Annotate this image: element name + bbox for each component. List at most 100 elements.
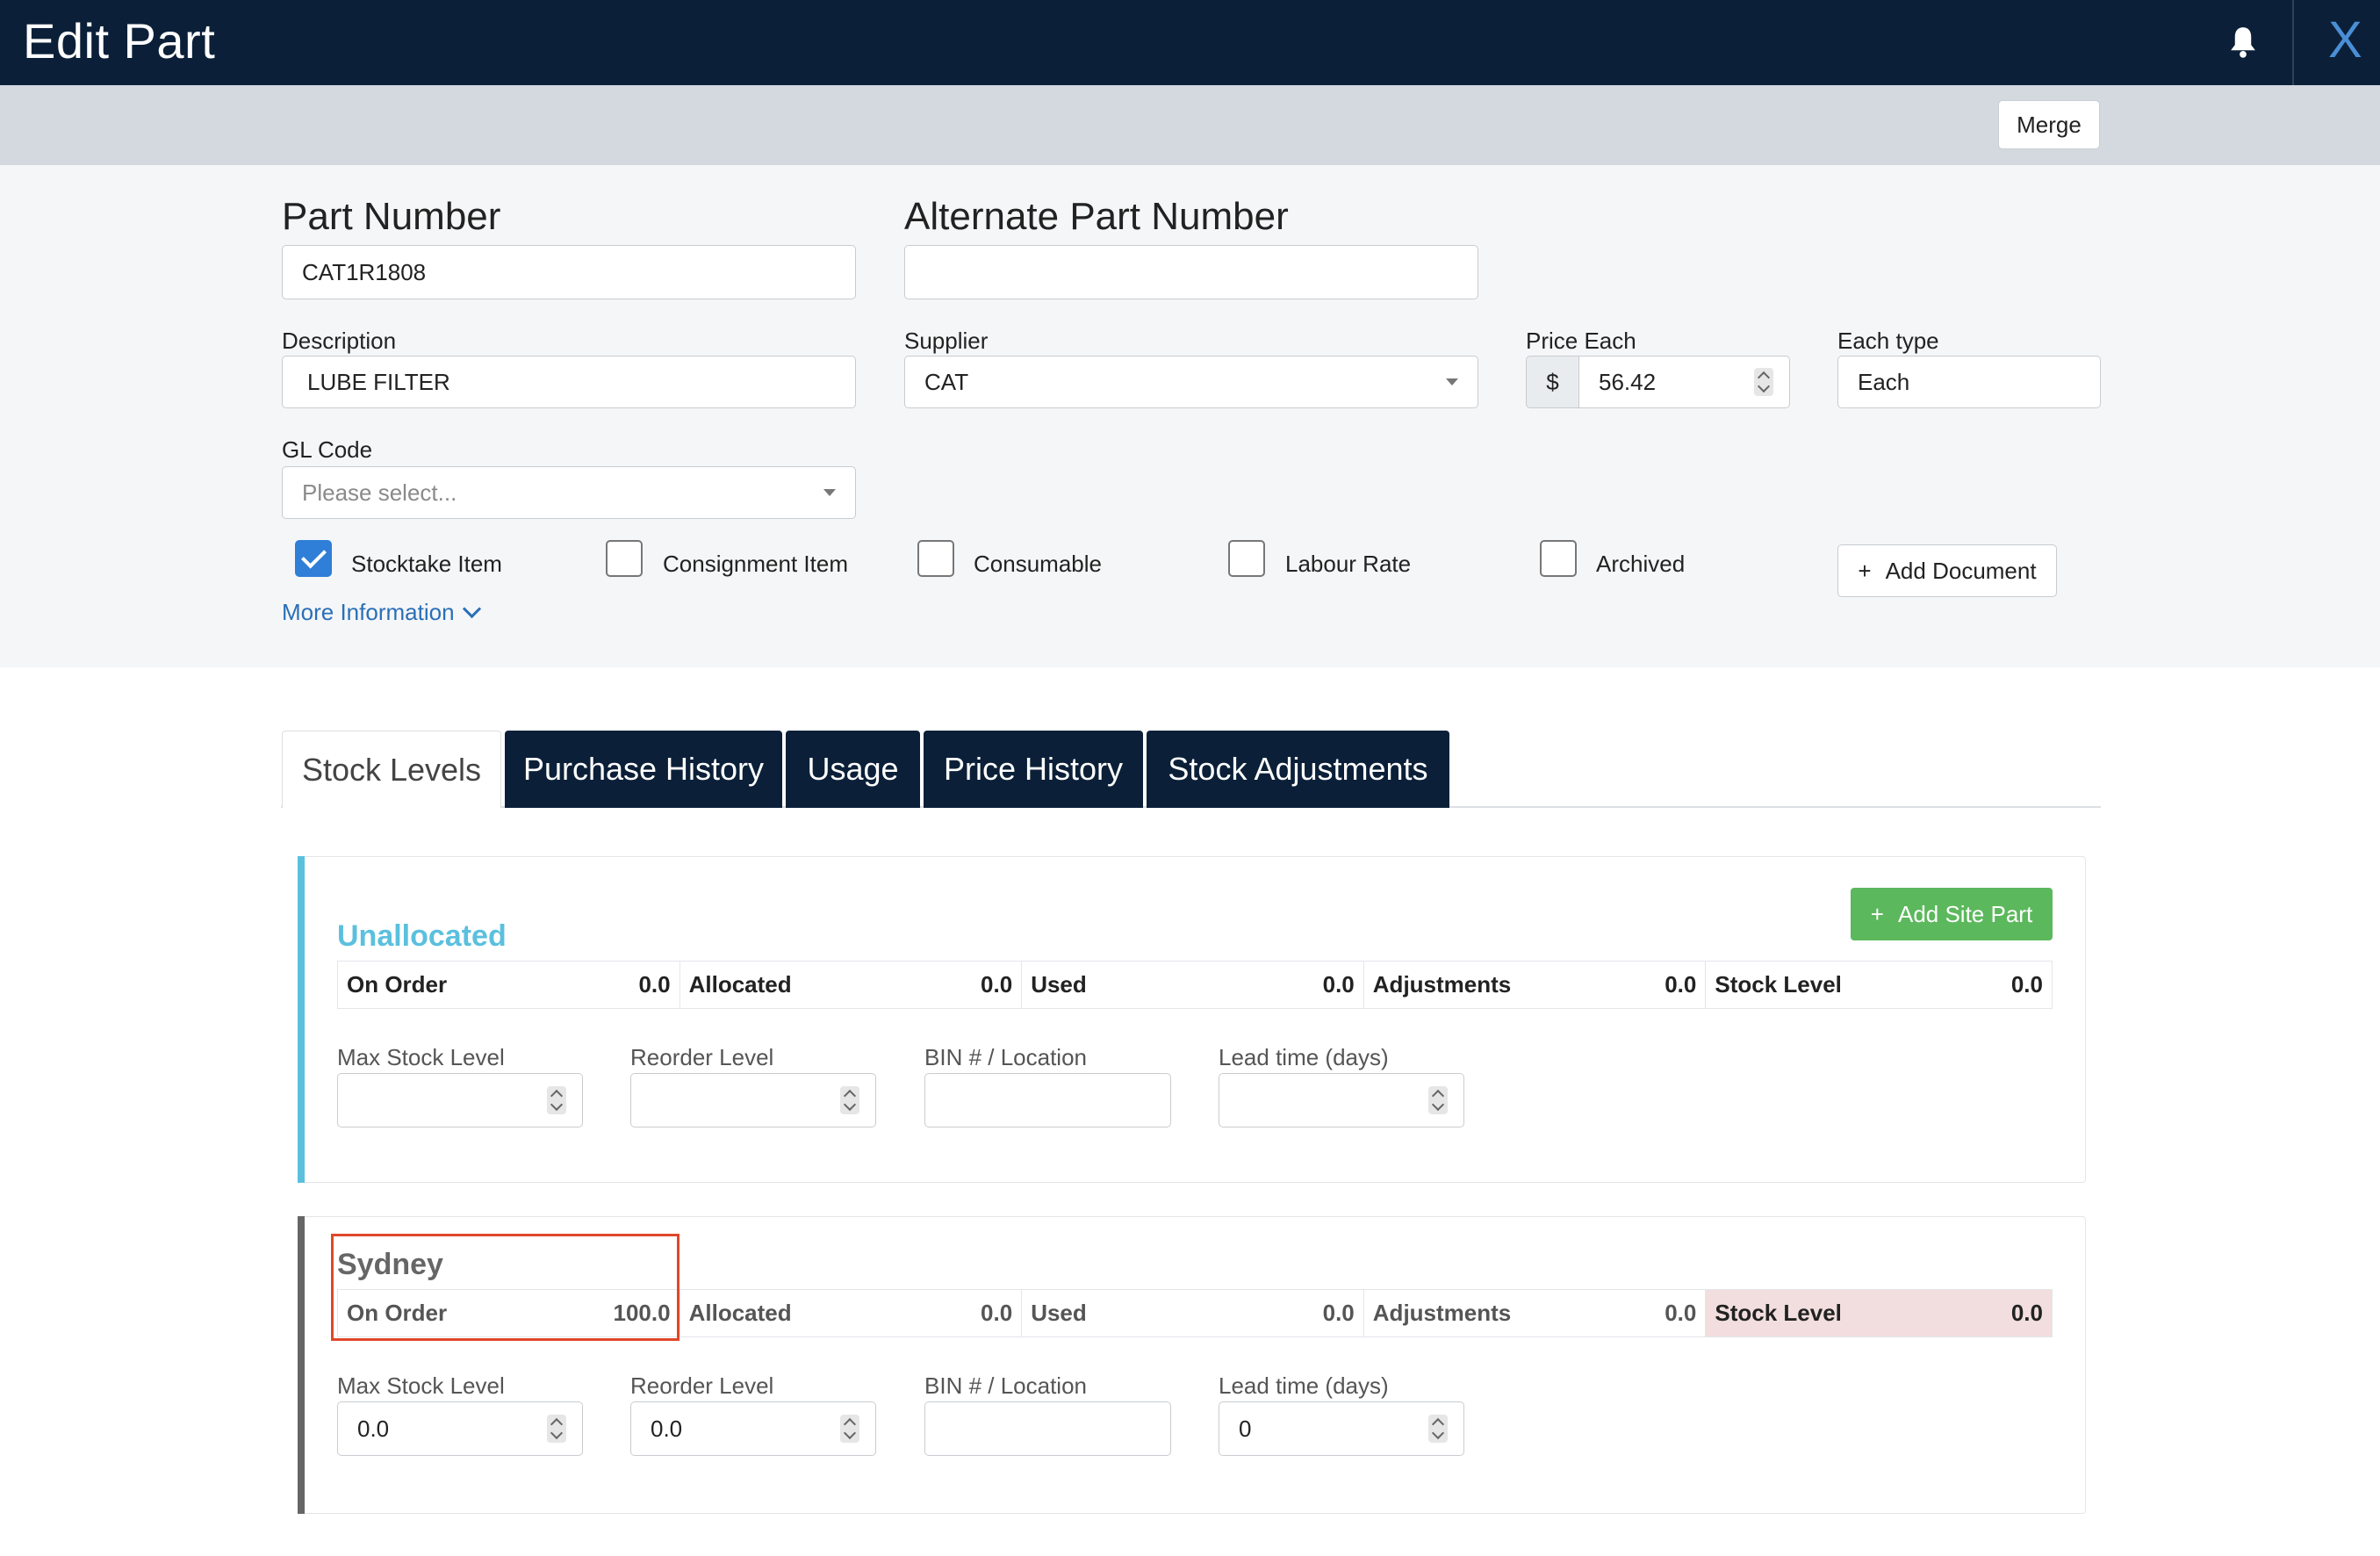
- stat-on-order: On Order 0.0: [338, 962, 680, 1008]
- part-number-value: CAT1R1808: [302, 258, 427, 285]
- stat-value: 0.0: [1322, 971, 1355, 998]
- reorder-level-label: Reorder Level: [630, 1372, 774, 1399]
- stat-label: Used: [1031, 971, 1087, 998]
- stat-label: Allocated: [688, 971, 792, 998]
- stat-adjustments: Adjustments 0.0: [1364, 1290, 1707, 1336]
- bin-location-input[interactable]: [924, 1073, 1171, 1127]
- tab-stock-adjustments[interactable]: Stock Adjustments: [1147, 731, 1449, 808]
- add-site-part-button[interactable]: + Add Site Part: [1851, 888, 2053, 940]
- lead-time-label: Lead time (days): [1219, 1372, 1389, 1399]
- stat-value: 0.0: [2010, 971, 2043, 998]
- stat-used: Used 0.0: [1022, 1290, 1364, 1336]
- close-button[interactable]: X: [2328, 11, 2362, 69]
- more-information-label: More Information: [282, 599, 455, 625]
- number-stepper[interactable]: [1754, 368, 1773, 396]
- site-accent-unallocated: [298, 856, 305, 1183]
- stat-value: 0.0: [638, 971, 671, 998]
- part-number-input[interactable]: CAT1R1808: [282, 245, 856, 299]
- each-type-label: Each type: [1837, 328, 1939, 354]
- stat-label: Adjustments: [1372, 1300, 1512, 1326]
- reorder-level-input[interactable]: [630, 1073, 876, 1127]
- plus-icon: +: [1858, 557, 1872, 584]
- stat-used: Used 0.0: [1022, 962, 1364, 1008]
- stat-allocated: Allocated 0.0: [680, 962, 1023, 1008]
- add-site-part-label: Add Site Part: [1897, 900, 2033, 927]
- add-document-label: Add Document: [1885, 557, 2037, 584]
- stat-adjustments: Adjustments 0.0: [1364, 962, 1707, 1008]
- description-value: LUBE FILTER: [307, 368, 450, 395]
- stat-allocated: Allocated 0.0: [680, 1290, 1023, 1336]
- tab-usage[interactable]: Usage: [786, 731, 920, 808]
- page-title: Edit Part: [23, 13, 216, 68]
- gl-code-label: GL Code: [282, 436, 373, 463]
- stat-value: 0.0: [1665, 1300, 1697, 1326]
- stat-label: Adjustments: [1372, 971, 1512, 998]
- part-number-label: Part Number: [282, 195, 501, 238]
- bin-location-input[interactable]: [924, 1401, 1171, 1456]
- price-each-label: Price Each: [1526, 328, 1636, 354]
- bell-icon[interactable]: [2226, 25, 2260, 60]
- tab-price-history[interactable]: Price History: [924, 731, 1143, 808]
- price-each-input[interactable]: 56.42: [1578, 356, 1790, 408]
- gl-code-placeholder: Please select...: [302, 479, 457, 506]
- consignment-item-checkbox[interactable]: [606, 540, 643, 577]
- header-divider: [2292, 0, 2294, 85]
- stat-label: Stock Level: [1715, 971, 1842, 998]
- number-stepper[interactable]: [1428, 1086, 1448, 1114]
- number-stepper[interactable]: [840, 1415, 859, 1443]
- stat-value: 0.0: [2010, 1300, 2043, 1326]
- bin-location-label: BIN # / Location: [924, 1044, 1087, 1070]
- each-type-input[interactable]: Each: [1837, 356, 2101, 408]
- reorder-level-label: Reorder Level: [630, 1044, 774, 1070]
- stat-value: 0.0: [981, 1300, 1013, 1326]
- site-title-unallocated: Unallocated: [337, 919, 507, 953]
- currency-addon: $: [1526, 356, 1578, 408]
- each-type-value: Each: [1858, 368, 1910, 395]
- more-information-link[interactable]: More Information: [282, 599, 481, 626]
- max-stock-level-label: Max Stock Level: [337, 1044, 505, 1070]
- max-stock-level-label: Max Stock Level: [337, 1372, 505, 1399]
- description-label: Description: [282, 328, 397, 354]
- reorder-level-input[interactable]: 0.0: [630, 1401, 876, 1456]
- archived-checkbox[interactable]: [1540, 540, 1577, 577]
- consignment-item-label: Consignment Item: [663, 551, 848, 577]
- tab-purchase-history[interactable]: Purchase History: [505, 731, 782, 808]
- chevron-down-icon: [823, 489, 836, 496]
- number-stepper[interactable]: [547, 1415, 566, 1443]
- consumable-label: Consumable: [974, 551, 1102, 577]
- merge-button[interactable]: Merge: [1998, 100, 2100, 149]
- plus-icon: +: [1870, 900, 1884, 927]
- number-stepper[interactable]: [547, 1086, 566, 1114]
- number-stepper[interactable]: [1428, 1415, 1448, 1443]
- tab-stock-levels[interactable]: Stock Levels: [282, 731, 501, 808]
- description-input[interactable]: LUBE FILTER: [282, 356, 856, 408]
- max-stock-level-input[interactable]: 0.0: [337, 1401, 583, 1456]
- stat-label: Allocated: [688, 1300, 792, 1326]
- max-stock-level-input[interactable]: [337, 1073, 583, 1127]
- stat-value: 0.0: [981, 971, 1013, 998]
- stat-stock-level: Stock Level 0.0: [1706, 962, 2052, 1008]
- gl-code-select[interactable]: Please select...: [282, 466, 856, 519]
- alternate-part-number-input[interactable]: [904, 245, 1478, 299]
- lead-time-label: Lead time (days): [1219, 1044, 1389, 1070]
- add-document-button[interactable]: + Add Document: [1837, 544, 2057, 597]
- max-stock-level-value: 0.0: [357, 1415, 390, 1442]
- number-stepper[interactable]: [840, 1086, 859, 1114]
- supplier-select[interactable]: CAT: [904, 356, 1478, 408]
- supplier-value: CAT: [924, 368, 969, 395]
- supplier-label: Supplier: [904, 328, 989, 354]
- lead-time-input[interactable]: 0: [1219, 1401, 1464, 1456]
- labour-rate-checkbox[interactable]: [1228, 540, 1265, 577]
- chevron-down-icon: [1446, 378, 1458, 385]
- stat-label: Used: [1031, 1300, 1087, 1326]
- alternate-part-number-label: Alternate Part Number: [904, 195, 1289, 238]
- annotation-highlight-box: [331, 1234, 679, 1341]
- stocktake-item-checkbox[interactable]: [295, 540, 332, 577]
- lead-time-input[interactable]: [1219, 1073, 1464, 1127]
- bin-location-label: BIN # / Location: [924, 1372, 1087, 1399]
- stat-label: On Order: [347, 971, 448, 998]
- stat-stock-level: Stock Level 0.0: [1706, 1290, 2052, 1336]
- stat-value: 0.0: [1322, 1300, 1355, 1326]
- consumable-checkbox[interactable]: [917, 540, 954, 577]
- site-accent-sydney: [298, 1216, 305, 1514]
